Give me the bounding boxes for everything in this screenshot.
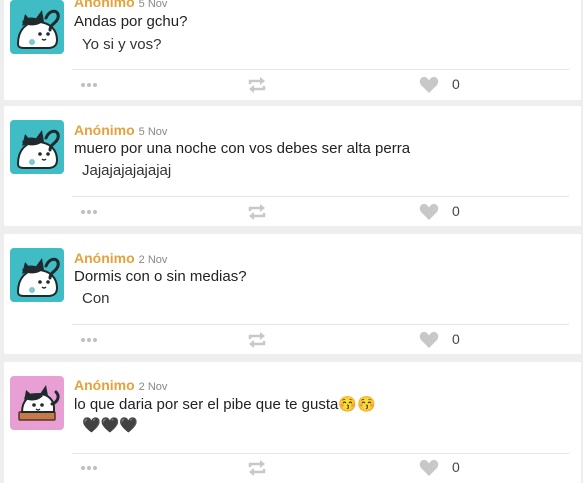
post-date: 2 Nov (138, 254, 168, 266)
post-question: muero por una noche con vos debes ser al… (74, 140, 411, 157)
repost-icon[interactable] (247, 331, 267, 349)
repost-icon[interactable] (247, 76, 267, 94)
post-answer: 🖤🖤🖤 (82, 417, 139, 434)
post-answer: Con (82, 290, 110, 307)
post-author[interactable]: Anónimo 5 Nov (74, 0, 167, 10)
cat-icon (16, 9, 60, 49)
post-date: 5 Nov (138, 0, 168, 10)
action-bar: 0 (4, 459, 581, 479)
post-card: Anónimo 2 Nov lo que daria por ser el pib… (4, 362, 581, 483)
like-count: 0 (452, 76, 460, 92)
heart-icon[interactable] (419, 459, 439, 477)
post-question: Dormis con o sin medias? (74, 268, 247, 285)
like-count: 0 (452, 203, 460, 219)
post-date: 5 Nov (138, 126, 168, 138)
action-bar: 0 (4, 331, 581, 351)
divider (72, 324, 569, 325)
avatar[interactable] (10, 376, 64, 430)
more-dots-icon[interactable] (80, 82, 98, 88)
avatar[interactable] (10, 0, 64, 54)
post-author[interactable]: Anónimo 2 Nov (74, 250, 167, 266)
heart-icon[interactable] (419, 203, 439, 221)
more-dots-icon[interactable] (80, 465, 98, 471)
cat-icon (16, 257, 60, 297)
post-card: Anónimo 5 Nov Andas por gchu? Yo si y vos… (4, 0, 581, 100)
like-count: 0 (452, 459, 460, 475)
heart-icon[interactable] (419, 76, 439, 94)
author-name: Anónimo (74, 122, 135, 138)
heart-icon[interactable] (419, 331, 439, 349)
repost-icon[interactable] (247, 203, 267, 221)
divider (72, 453, 569, 454)
more-dots-icon[interactable] (80, 337, 98, 343)
more-dots-icon[interactable] (80, 209, 98, 215)
post-answer: Jajajajajajajaj (82, 162, 172, 179)
cat-on-box-icon (18, 385, 60, 421)
post-author[interactable]: Anónimo 2 Nov (74, 377, 167, 393)
post-author[interactable]: Anónimo 5 Nov (74, 122, 167, 138)
answers-feed: Anónimo 5 Nov Andas por gchu? Yo si y vos… (0, 0, 583, 483)
post-question: lo que daria por ser el pibe que te gust… (74, 396, 376, 413)
author-name: Anónimo (74, 250, 135, 266)
divider (72, 69, 569, 70)
author-name: Anónimo (74, 0, 135, 10)
cat-icon (16, 129, 60, 169)
action-bar: 0 (4, 76, 581, 96)
repost-icon[interactable] (247, 459, 267, 477)
like-count: 0 (452, 331, 460, 347)
post-date: 2 Nov (138, 381, 168, 393)
author-name: Anónimo (74, 377, 135, 393)
post-card: Anónimo 5 Nov muero por una noche con vos… (4, 106, 581, 226)
avatar[interactable] (10, 248, 64, 302)
divider (72, 196, 569, 197)
post-card: Anónimo 2 Nov Dormis con o sin medias? Co… (4, 234, 581, 354)
post-question: Andas por gchu? (74, 13, 188, 30)
post-answer: Yo si y vos? (82, 36, 162, 53)
avatar[interactable] (10, 120, 64, 174)
action-bar: 0 (4, 203, 581, 223)
